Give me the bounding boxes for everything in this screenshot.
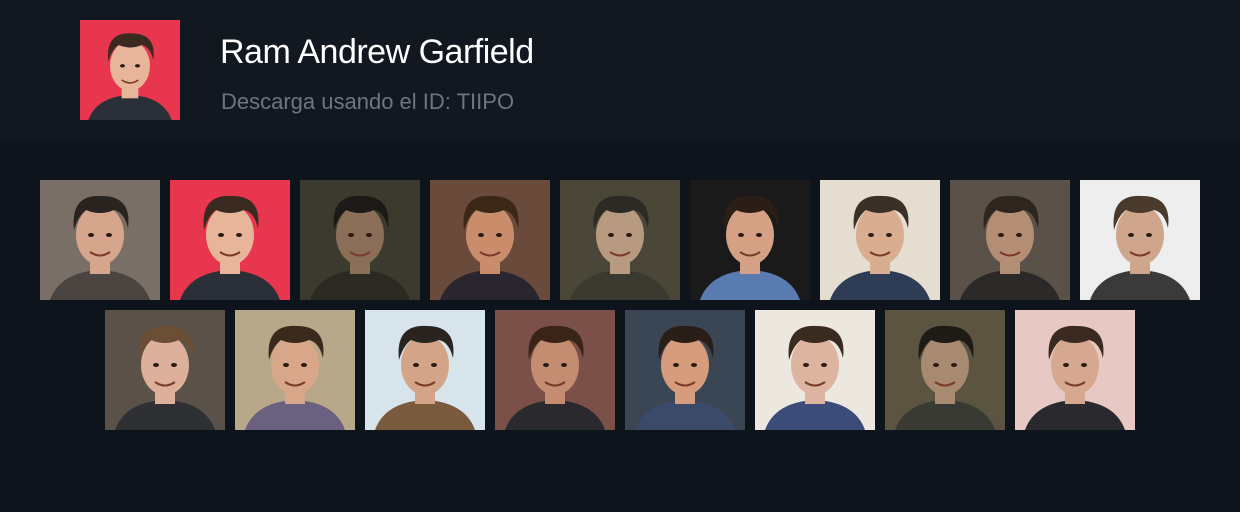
gallery-photo-thumbnail[interactable] — [950, 180, 1070, 300]
profile-name: Ram Andrew Garfield — [220, 33, 534, 71]
photo-gallery — [0, 141, 1240, 512]
gallery-photo-thumbnail[interactable] — [1080, 180, 1200, 300]
gallery-row-1 — [40, 180, 1200, 300]
gallery-photo-thumbnail[interactable] — [300, 180, 420, 300]
gallery-photo-thumbnail[interactable] — [105, 310, 225, 430]
gallery-photo-thumbnail[interactable] — [820, 180, 940, 300]
gallery-photo-thumbnail[interactable] — [495, 310, 615, 430]
download-id-text: Descarga usando el ID: TIIPO — [221, 89, 515, 114]
gallery-photo-thumbnail[interactable] — [690, 180, 810, 300]
gallery-photo-thumbnail[interactable] — [755, 310, 875, 430]
gallery-photo-thumbnail[interactable] — [560, 180, 680, 300]
gallery-photo-thumbnail[interactable] — [1015, 310, 1135, 430]
profile-header: Ram Andrew Garfield Descarga usando el I… — [0, 0, 1240, 141]
gallery-photo-thumbnail[interactable] — [40, 180, 160, 300]
gallery-photo-thumbnail[interactable] — [235, 310, 355, 430]
gallery-row-2 — [105, 310, 1135, 430]
gallery-photo-thumbnail[interactable] — [170, 180, 290, 300]
gallery-photo-thumbnail[interactable] — [430, 180, 550, 300]
gallery-photo-thumbnail[interactable] — [365, 310, 485, 430]
gallery-photo-thumbnail[interactable] — [625, 310, 745, 430]
profile-avatar — [80, 20, 180, 120]
gallery-photo-thumbnail[interactable] — [885, 310, 1005, 430]
